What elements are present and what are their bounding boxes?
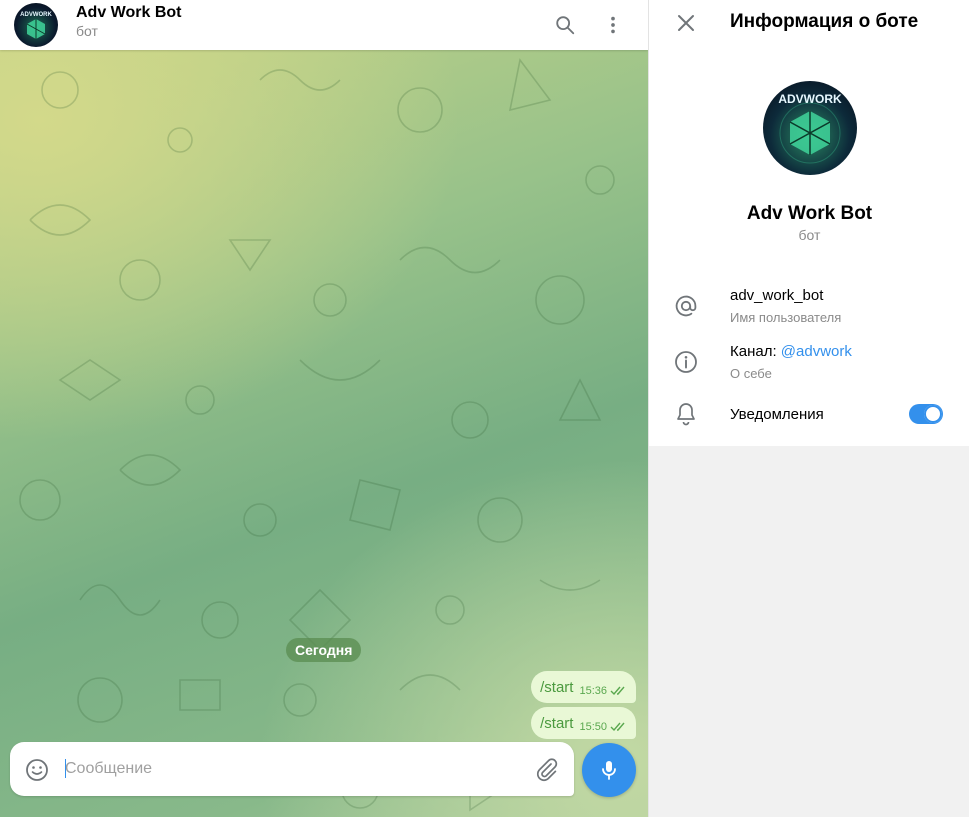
profile-name: Adv Work Bot (746, 203, 873, 224)
chat-status: бот (76, 23, 98, 39)
at-sign-icon (675, 295, 697, 317)
voice-record-button[interactable] (582, 743, 636, 797)
search-icon (556, 16, 575, 35)
search-button[interactable] (548, 8, 582, 42)
bot-logo-text: ADVWORK (20, 12, 52, 18)
username-row[interactable]: adv_work_bot Имя пользователя (649, 282, 969, 330)
profile-avatar[interactable]: ADVWORK (763, 81, 857, 175)
notifications-label: Уведомления (730, 406, 824, 423)
message-input[interactable] (65, 758, 525, 780)
message-composer (10, 742, 574, 796)
bot-avatar[interactable]: ADVWORK (14, 3, 58, 47)
text-caret (65, 759, 66, 778)
bell-icon (677, 403, 695, 426)
message-text: /start (540, 714, 574, 732)
message-time: 15:36 (579, 685, 607, 697)
bot-logo-icon: ADVWORK (20, 12, 52, 39)
bot-logo-text: ADVWORK (778, 92, 842, 106)
message-time: 15:50 (579, 721, 607, 733)
info-icon (675, 351, 697, 373)
attach-button[interactable] (534, 757, 560, 783)
microphone-icon (602, 761, 616, 780)
notifications-toggle[interactable] (909, 404, 943, 424)
about-prefix: Канал: (730, 343, 781, 360)
panel-title: Информация о боте (730, 11, 919, 32)
about-row: Канал: @advwork О себе (649, 338, 969, 386)
read-checkmarks-icon (610, 686, 625, 695)
message-bubble[interactable]: /start 15:50 (531, 707, 636, 739)
profile-status: бот (798, 227, 821, 243)
about-text: Канал: @advwork (730, 343, 852, 360)
date-divider: Сегодня (286, 638, 362, 662)
emoji-icon (26, 759, 48, 781)
close-icon (678, 15, 694, 31)
message-text: /start (540, 678, 574, 696)
about-label: О себе (730, 366, 772, 381)
chat-area: ADVWORK Adv Work Bot бот Сегодня /start … (0, 0, 648, 817)
chat-title[interactable]: Adv Work Bot (76, 4, 181, 22)
message-bubble[interactable]: /start 15:36 (531, 671, 636, 703)
channel-link[interactable]: @advwork (781, 343, 852, 360)
username-value[interactable]: adv_work_bot (730, 287, 823, 304)
more-vertical-icon (611, 16, 615, 34)
bot-info-card: Информация о боте ADVWORK Adv Work Bot б… (649, 0, 969, 446)
paperclip-icon (537, 758, 558, 781)
more-options-button[interactable] (596, 8, 630, 42)
close-panel-button[interactable] (671, 8, 701, 38)
chat-header: ADVWORK Adv Work Bot бот (0, 0, 648, 50)
read-checkmarks-icon (610, 722, 625, 731)
username-label: Имя пользователя (730, 310, 842, 325)
toggle-knob (924, 405, 942, 423)
emoji-button[interactable] (24, 757, 50, 783)
bot-info-panel: Информация о боте ADVWORK Adv Work Bot б… (648, 0, 969, 817)
bot-logo-icon: ADVWORK (778, 92, 842, 164)
